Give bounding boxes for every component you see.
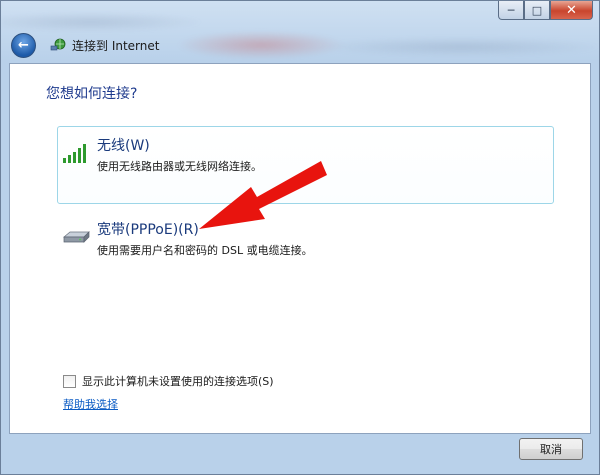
window-title: 连接到 Internet (72, 38, 160, 53)
option-title: 无线(W) (97, 138, 150, 154)
broadband-modem-icon (63, 231, 90, 243)
back-arrow-icon: ← (18, 37, 29, 53)
page-heading: 您想如何连接? (46, 86, 138, 102)
close-icon: ✕ (566, 2, 577, 18)
show-options-checkbox[interactable] (63, 374, 76, 388)
maximize-button[interactable]: □ (524, 1, 550, 20)
nav-row: ← 连接到 Internet (11, 32, 159, 58)
red-arrow-icon (199, 161, 327, 229)
checkbox-label: 显示此计算机未设置使用的连接选项(S) (82, 375, 274, 388)
back-button[interactable]: ← (11, 32, 36, 58)
option-description: 使用需要用户名和密码的 DSL 或电缆连接。 (97, 244, 313, 257)
network-globe-icon (50, 38, 66, 51)
minimize-button[interactable]: ─ (498, 1, 524, 20)
show-unsetup-options[interactable]: 显示此计算机未设置使用的连接选项(S) (63, 373, 274, 389)
close-button[interactable]: ✕ (550, 1, 593, 20)
cancel-label: 取消 (540, 443, 562, 456)
minimize-icon: ─ (507, 3, 515, 17)
content-pane: 您想如何连接? 无线(W) 使用无线路由器或无线网络连接。 宽带(PPPoE)(… (9, 63, 591, 434)
help-me-choose-link[interactable]: 帮助我选择 (63, 396, 118, 412)
maximize-icon: □ (531, 3, 543, 17)
caption-buttons: ─ □ ✕ (498, 1, 593, 21)
option-title: 宽带(PPPoE)(R) (97, 222, 199, 238)
dialog-window: ─ □ ✕ ← 连接到 Internet 您想如何连接? 无线(W) 使用无线路… (0, 0, 600, 475)
wireless-signal-icon (63, 144, 86, 163)
cancel-button[interactable]: 取消 (519, 438, 583, 460)
